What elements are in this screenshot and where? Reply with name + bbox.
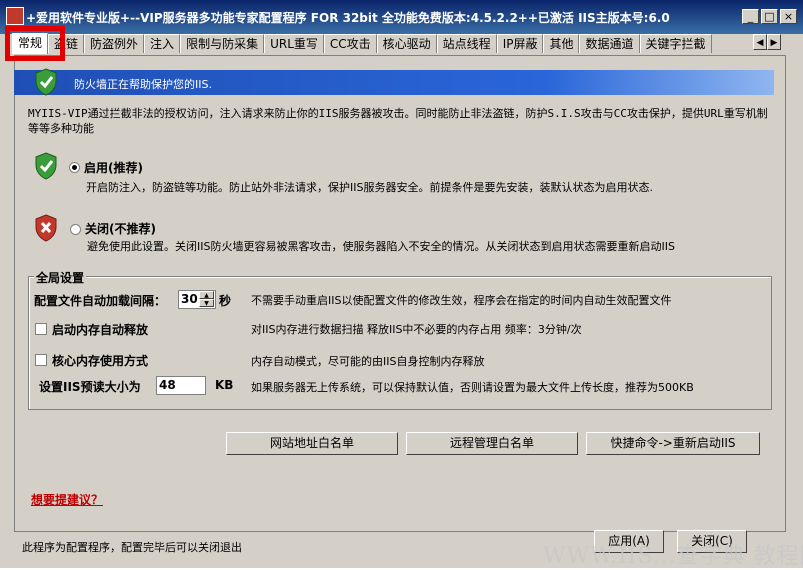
disable-radio[interactable] bbox=[70, 224, 81, 235]
disable-label: 关闭(不推荐) bbox=[85, 222, 156, 236]
close-window-button[interactable]: × bbox=[780, 9, 797, 24]
remote-whitelist-button[interactable]: 远程管理白名单 bbox=[406, 432, 578, 455]
watermark: WWW.IIS...查字典 教程网 bbox=[543, 544, 803, 569]
site-whitelist-button[interactable]: 网站地址白名单 bbox=[226, 432, 398, 455]
memory-release-checkbox[interactable] bbox=[35, 323, 47, 335]
stepper-up-icon[interactable]: ▲ bbox=[199, 291, 214, 299]
tab-scroll-left-icon[interactable]: ◀ bbox=[753, 34, 767, 50]
tab-cc-attack[interactable]: CC攻击 bbox=[323, 34, 377, 53]
tab-highlight-box bbox=[5, 26, 65, 61]
minimize-button[interactable]: _ bbox=[742, 9, 759, 24]
memory-release-note: 对IIS内存进行数据扫描 释放IIS中不必要的内存占用 频率：3分钟/次 bbox=[251, 323, 582, 336]
preread-size-label: 设置IIS预读大小为 bbox=[39, 380, 141, 394]
tab-data-channel[interactable]: 数据通道 bbox=[579, 34, 640, 53]
global-settings-title: 全局设置 bbox=[34, 269, 87, 286]
core-memory-checkbox[interactable] bbox=[35, 354, 47, 366]
enable-label: 启用(推荐) bbox=[84, 161, 143, 175]
preread-size-note: 如果服务器无上传系统，可以保持默认值，否则请设置为最大文件上传长度，推荐为500… bbox=[251, 381, 694, 394]
tab-url-rewrite[interactable]: URL重写 bbox=[264, 34, 324, 53]
enable-description: 开启防注入，防盗链等功能。防止站外非法请求，保护IIS服务器安全。前提条件是要先… bbox=[86, 181, 653, 194]
preread-size-input[interactable]: 48 bbox=[156, 376, 206, 395]
description-text: MYIIS-VIP通过拦截非法的授权访问，注入请求来防止你的IIS服务器被攻击。… bbox=[28, 107, 768, 135]
tab-hotlink-exceptions[interactable]: 防盗例外 bbox=[84, 34, 145, 53]
tab-scroll: ◀ ▶ bbox=[753, 34, 781, 50]
enable-radio[interactable] bbox=[69, 162, 80, 173]
banner-text: 防火墙正在帮助保护您的IIS. bbox=[74, 78, 212, 91]
restart-iis-button[interactable]: 快捷命令->重新启动IIS bbox=[586, 432, 760, 455]
core-memory-label: 核心内存使用方式 bbox=[52, 354, 149, 368]
app-icon bbox=[6, 7, 24, 25]
tab-site-threads[interactable]: 站点线程 bbox=[436, 34, 497, 53]
reload-interval-value[interactable]: 30 bbox=[181, 292, 198, 306]
title-bar[interactable]: +爱用软件专业版+--VIP服务器多功能专家配置程序 FOR 32bit 全功能… bbox=[0, 0, 803, 34]
footer-text: 此程序为配置程序，配置完毕后可以关闭退出 bbox=[22, 541, 242, 554]
suggestion-link[interactable]: 想要提建议？ bbox=[31, 491, 103, 508]
tab-core-driver[interactable]: 核心驱动 bbox=[376, 34, 437, 53]
memory-release-label: 启动内存自动释放 bbox=[52, 323, 149, 337]
disable-description: 避免使用此设置。关闭IIS防火墙更容易被黑客攻击，使服务器陷入不安全的情况。从关… bbox=[87, 240, 675, 253]
shield-check-icon bbox=[35, 68, 57, 96]
tab-ip-block[interactable]: IP屏蔽 bbox=[496, 34, 544, 53]
core-memory-note: 内存自动模式，尽可能的由IIS自身控制内存释放 bbox=[251, 355, 485, 368]
app-window: +爱用软件专业版+--VIP服务器多功能专家配置程序 FOR 32bit 全功能… bbox=[0, 0, 803, 569]
tab-limits[interactable]: 限制与防采集 bbox=[180, 34, 265, 53]
tab-keyword-block[interactable]: 关键字拦截 bbox=[639, 34, 712, 53]
shield-x-icon bbox=[35, 214, 57, 242]
tab-other[interactable]: 其他 bbox=[543, 34, 580, 53]
maximize-button[interactable]: □ bbox=[761, 9, 778, 24]
tab-strip: 常规 盗链 防盗例外 注入 限制与防采集 URL重写 CC攻击 核心驱动 站点线… bbox=[12, 33, 712, 54]
preread-size-unit: KB bbox=[215, 378, 234, 392]
stepper-down-icon[interactable]: ▼ bbox=[199, 299, 214, 307]
window-title: +爱用软件专业版+--VIP服务器多功能专家配置程序 FOR 32bit 全功能… bbox=[26, 11, 670, 25]
shield-check-icon bbox=[35, 152, 57, 180]
reload-interval-label: 配置文件自动加载间隔： bbox=[34, 294, 167, 308]
reload-interval-note: 不需要手动重启IIS以使配置文件的修改生效，程序会在指定的时间内自动生效配置文件 bbox=[251, 294, 672, 307]
tab-scroll-right-icon[interactable]: ▶ bbox=[767, 34, 781, 50]
tab-injection[interactable]: 注入 bbox=[144, 34, 181, 53]
reload-interval-unit: 秒 bbox=[219, 294, 232, 308]
